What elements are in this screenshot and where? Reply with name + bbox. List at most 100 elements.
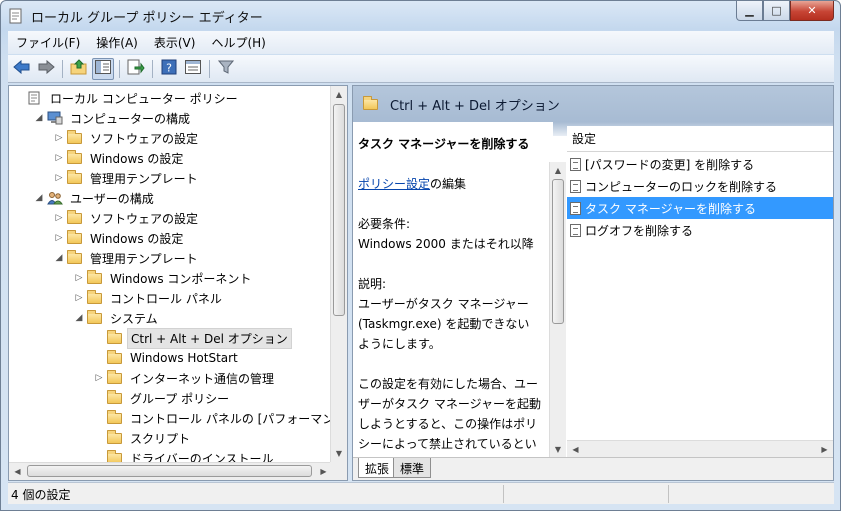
setting-page-icon	[570, 157, 581, 171]
tree-node-selected[interactable]: Ctrl + Alt + Del オプション	[91, 327, 292, 349]
users-icon	[47, 191, 63, 205]
tree-node-label: 管理用テンプレート	[90, 171, 198, 186]
scrollbar-thumb[interactable]	[552, 179, 564, 324]
status-setting-count: 4 個の設定	[11, 488, 71, 502]
tree-node[interactable]: ▷ ソフトウェアの設定	[51, 208, 201, 228]
tree-node-label: Windows コンポーネント	[110, 271, 252, 286]
column-header-setting[interactable]: 設定	[567, 126, 833, 152]
menu-help[interactable]: ヘルプ(H)	[203, 34, 273, 51]
show-hide-tree-button[interactable]	[92, 57, 114, 80]
svg-text:?: ?	[166, 62, 172, 75]
edit-policy-line: ポリシー設定の編集	[358, 174, 543, 194]
tree-node-label: Windows の設定	[90, 151, 184, 166]
setting-row[interactable]: [パスワードの変更] を削除する	[567, 153, 833, 175]
setting-page-icon	[570, 179, 581, 193]
back-button[interactable]	[11, 58, 33, 80]
tree-node[interactable]: ▷ インターネット通信の管理	[91, 368, 277, 388]
tree-node[interactable]: ▷ Windows の設定	[51, 228, 186, 248]
details-header-title: Ctrl + Alt + Del オプション	[390, 98, 560, 114]
computer-icon	[47, 111, 63, 125]
menu-action[interactable]: 操作(A)	[88, 34, 146, 51]
folder-icon	[67, 229, 83, 245]
tree-node[interactable]: ◢ ユーザーの構成	[31, 188, 157, 208]
setting-label: コンピューターのロックを削除する	[585, 179, 778, 194]
tree-node[interactable]: ローカル コンピューター ポリシー	[11, 88, 241, 108]
status-divider	[503, 485, 504, 503]
tree-node[interactable]: Windows HotStart	[91, 348, 241, 368]
scroll-down-icon[interactable]: ▼	[331, 445, 347, 462]
tree-node[interactable]: ◢ 管理用テンプレート	[51, 248, 201, 268]
expand-arrow-icon[interactable]: ▷	[51, 173, 67, 183]
folder-icon	[87, 309, 103, 325]
show-hide-tree-icon	[95, 60, 111, 77]
toolbar-separator	[209, 59, 210, 78]
tree-node-label: 管理用テンプレート	[90, 251, 198, 266]
expand-arrow-icon[interactable]: ▷	[51, 213, 67, 223]
expand-arrow-icon[interactable]: ▷	[51, 233, 67, 243]
folder-icon	[107, 369, 123, 385]
scroll-left-icon[interactable]: ◀	[567, 441, 584, 458]
tab-standard[interactable]: 標準	[393, 458, 432, 478]
minimize-button[interactable]: ▁	[736, 1, 763, 21]
expand-arrow-icon[interactable]: ▷	[51, 133, 67, 143]
setting-row-selected[interactable]: タスク マネージャーを削除する	[567, 197, 833, 219]
folder-icon	[67, 149, 83, 165]
close-button[interactable]: ✕	[790, 1, 834, 21]
help-button[interactable]: ?	[158, 58, 180, 80]
scrollbar-thumb[interactable]	[333, 104, 345, 316]
tree-node[interactable]: ▷ ソフトウェアの設定	[51, 128, 201, 148]
tree-node-label: インターネット通信の管理	[130, 371, 275, 386]
tree-node[interactable]: ▷ 管理用テンプレート	[51, 168, 201, 188]
collapse-arrow-icon[interactable]: ◢	[51, 253, 67, 263]
tree-node-label: Windows HotStart	[130, 351, 238, 365]
expand-arrow-icon[interactable]: ▷	[51, 153, 67, 163]
tree-node[interactable]: ▷ Windows の設定	[51, 148, 186, 168]
tab-extended[interactable]: 拡張	[358, 458, 397, 478]
policy-editor-app-icon	[9, 8, 23, 24]
tree-vertical-scrollbar[interactable]: ▲ ▼	[330, 86, 347, 462]
maximize-button[interactable]: □	[763, 1, 790, 21]
scroll-down-icon[interactable]: ▼	[550, 441, 566, 458]
tree-horizontal-scrollbar[interactable]: ◀ ▶	[9, 462, 332, 480]
export-list-button[interactable]	[125, 58, 147, 80]
tree-node[interactable]: グループ ポリシー	[91, 388, 232, 408]
tree-node-label: ソフトウェアの設定	[90, 211, 199, 226]
policy-settings-link[interactable]: ポリシー設定	[358, 177, 430, 191]
properties-button[interactable]	[182, 58, 204, 80]
tree-node[interactable]: ▷ Windows コンポーネント	[71, 268, 254, 288]
tree-node[interactable]: コントロール パネルの [パフォーマンス	[91, 408, 332, 428]
list-horizontal-scrollbar[interactable]: ◀ ▶	[567, 440, 833, 458]
expand-arrow-icon[interactable]: ▷	[71, 293, 87, 303]
expand-arrow-icon[interactable]: ▷	[91, 373, 107, 383]
folder-icon	[107, 349, 123, 365]
details-header: Ctrl + Alt + Del オプション	[353, 86, 833, 122]
scroll-right-icon[interactable]: ▶	[816, 441, 833, 458]
tree-node[interactable]: ◢ システム	[71, 308, 161, 328]
tree-node[interactable]: ドライバーのインストール	[91, 448, 277, 462]
description-vertical-scrollbar[interactable]: ▲ ▼	[549, 162, 566, 458]
explanation-line: ようにします。	[358, 337, 441, 351]
scroll-up-icon[interactable]: ▲	[550, 162, 566, 179]
collapse-arrow-icon[interactable]: ◢	[31, 193, 47, 203]
tree-node-label: ローカル コンピューター ポリシー	[50, 91, 238, 106]
toolbar-separator	[62, 59, 63, 78]
settings-list: 設定 [パスワードの変更] を削除する コンピューターのロックを削除する タスク…	[567, 126, 833, 458]
tree-node[interactable]: ◢ コンピューターの構成	[31, 108, 193, 128]
tree-node[interactable]: スクリプト	[91, 428, 193, 448]
menu-bar: ファイル(F) 操作(A) 表示(V) ヘルプ(H)	[8, 31, 834, 54]
forward-button[interactable]	[35, 58, 57, 80]
filter-button[interactable]	[215, 58, 237, 80]
expand-arrow-icon[interactable]: ▷	[71, 273, 87, 283]
up-one-level-button[interactable]	[68, 58, 90, 80]
close-icon: ✕	[807, 4, 817, 17]
scroll-left-icon[interactable]: ◀	[9, 463, 26, 480]
tree-node[interactable]: ▷ コントロール パネル	[71, 288, 225, 308]
scrollbar-thumb[interactable]	[27, 465, 312, 477]
scroll-up-icon[interactable]: ▲	[331, 86, 347, 103]
setting-row[interactable]: コンピューターのロックを削除する	[567, 175, 833, 197]
menu-file[interactable]: ファイル(F)	[8, 34, 88, 51]
setting-row[interactable]: ログオフを削除する	[567, 219, 833, 241]
menu-view[interactable]: 表示(V)	[146, 34, 204, 51]
collapse-arrow-icon[interactable]: ◢	[31, 113, 47, 123]
collapse-arrow-icon[interactable]: ◢	[71, 313, 87, 323]
